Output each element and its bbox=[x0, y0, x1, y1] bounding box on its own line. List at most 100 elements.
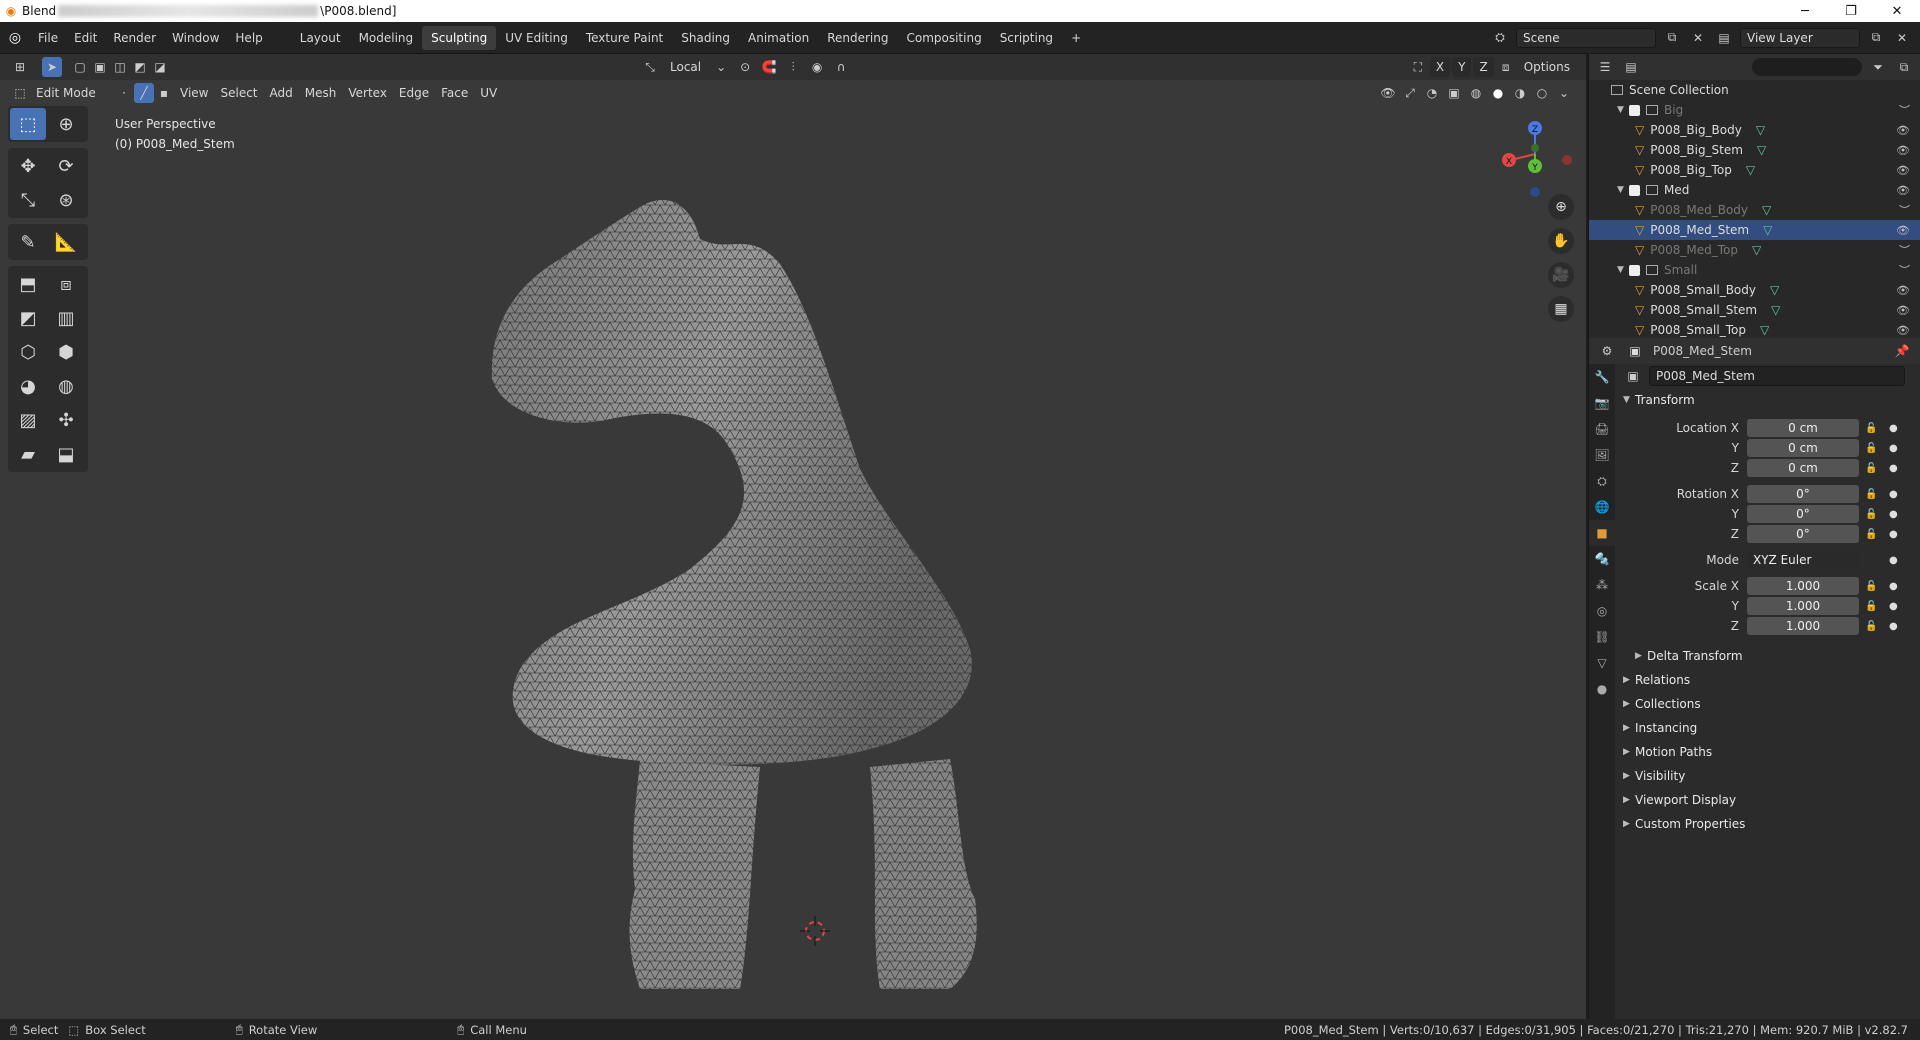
extrude-tool-icon[interactable]: ⬒ bbox=[10, 268, 46, 300]
outliner-object-row[interactable]: ▽ P008_Big_Top ▽ 👁 bbox=[1589, 160, 1920, 180]
material-shading-icon[interactable]: ◑ bbox=[1510, 83, 1530, 103]
gizmo-neg-z-axis[interactable] bbox=[1530, 187, 1540, 197]
select-mode-invert-icon[interactable]: ◩ bbox=[130, 57, 150, 77]
inset-tool-icon[interactable]: ⧈ bbox=[48, 268, 84, 300]
delta-transform-header[interactable]: ▶ Delta Transform bbox=[1617, 644, 1919, 668]
keyframe-dot-icon[interactable]: ● bbox=[1889, 555, 1898, 566]
panel-header-relations[interactable]: ▶ Relations bbox=[1617, 668, 1919, 692]
select-mode-extend-icon[interactable]: ▣ bbox=[90, 57, 110, 77]
menu-face[interactable]: Face bbox=[435, 83, 474, 103]
delete-scene-icon[interactable]: ✕ bbox=[1688, 28, 1708, 48]
scale-z-field[interactable]: 1.000 bbox=[1747, 617, 1859, 635]
hidden-eye-icon[interactable]: ︶ bbox=[1899, 262, 1910, 278]
auto-merge-icon[interactable]: ⧈ bbox=[1496, 57, 1516, 77]
mesh-data-icon[interactable]: ▽ bbox=[1763, 223, 1772, 237]
tab-rendering[interactable]: Rendering bbox=[818, 26, 897, 50]
shading-options-icon[interactable]: ⌄ bbox=[1554, 83, 1574, 103]
pan-hand-icon[interactable]: ✋ bbox=[1548, 228, 1574, 254]
outliner-object-row[interactable]: ▽ P008_Small_Top ▽ 👁 bbox=[1589, 320, 1920, 340]
menu-edge[interactable]: Edge bbox=[393, 83, 435, 103]
select-box-tool-icon[interactable]: ⬚ bbox=[10, 108, 46, 140]
annotate-tool-icon[interactable]: ✎ bbox=[10, 226, 46, 258]
panel-header-visibility[interactable]: ▶ Visibility bbox=[1617, 764, 1919, 788]
outliner-collection-row[interactable]: ▼ Med 👁 bbox=[1589, 180, 1920, 200]
pin-icon[interactable]: 📌 bbox=[1892, 341, 1912, 361]
rip-tool-icon[interactable]: ⬓ bbox=[48, 438, 84, 470]
shear-tool-icon[interactable]: ▰ bbox=[10, 438, 46, 470]
menu-edit[interactable]: Edit bbox=[66, 27, 105, 49]
outliner-editor-icon[interactable]: ☰ bbox=[1595, 57, 1615, 77]
lock-icon[interactable]: 🔓 bbox=[1865, 621, 1877, 632]
maximize-button[interactable]: ❐ bbox=[1828, 0, 1874, 22]
new-scene-icon[interactable]: ⧉ bbox=[1662, 28, 1682, 48]
vertex-select-icon[interactable]: ⋅ bbox=[114, 83, 134, 103]
expand-arrow-icon[interactable]: ▼ bbox=[1617, 105, 1629, 115]
outliner-collection-row[interactable]: ▼ Big ︶ bbox=[1589, 100, 1920, 120]
location-y-field[interactable]: 0 cm bbox=[1747, 439, 1859, 457]
menu-select[interactable]: Select bbox=[214, 83, 263, 103]
mesh-data-tab-icon[interactable]: ▽ bbox=[1589, 650, 1615, 676]
visibility-icon[interactable]: 👁 bbox=[1378, 83, 1398, 103]
tab-sculpting[interactable]: Sculpting bbox=[422, 25, 497, 50]
keyframe-dot-icon[interactable]: ● bbox=[1889, 601, 1898, 612]
select-mode-intersect-icon[interactable]: ◪ bbox=[150, 57, 170, 77]
outliner-object-row[interactable]: ▽ P008_Big_Stem ▽ 👁 bbox=[1589, 140, 1920, 160]
zoom-icon[interactable]: ⊕ bbox=[1548, 194, 1574, 220]
outliner-object-row[interactable]: ▽ P008_Small_Body ▽ 👁 bbox=[1589, 280, 1920, 300]
mirror-z-toggle[interactable]: Z bbox=[1473, 57, 1494, 77]
visibility-eye-icon[interactable]: 👁 bbox=[1896, 144, 1910, 157]
visibility-eye-icon[interactable]: 👁 bbox=[1896, 324, 1910, 337]
rendered-shading-icon[interactable]: ○ bbox=[1532, 83, 1552, 103]
expand-arrow-icon[interactable]: ▼ bbox=[1617, 185, 1629, 195]
transform-panel-header[interactable]: ▼ Transform bbox=[1617, 388, 1919, 412]
tab-shading[interactable]: Shading bbox=[672, 26, 739, 50]
lock-icon[interactable]: 🔓 bbox=[1865, 529, 1877, 540]
outliner-object-row[interactable]: ▽ P008_Med_Top ▽ ︶ bbox=[1589, 240, 1920, 260]
lock-icon[interactable]: 🔓 bbox=[1865, 463, 1877, 474]
loop-cut-tool-icon[interactable]: ▥ bbox=[48, 302, 84, 334]
outliner-object-row[interactable]: ▽ P008_Small_Stem ▽ 👁 bbox=[1589, 300, 1920, 320]
rotation-z-field[interactable]: 0° bbox=[1747, 525, 1859, 543]
menu-add[interactable]: Add bbox=[264, 83, 299, 103]
filter-icon[interactable]: ⏷ bbox=[1868, 57, 1888, 77]
smooth-tool-icon[interactable]: ◍ bbox=[48, 370, 84, 402]
mirror-icon[interactable]: ⛶ bbox=[1408, 57, 1428, 77]
transform-tool-icon[interactable]: ⊛ bbox=[48, 184, 84, 216]
view-layer-icon[interactable]: ▤ bbox=[1714, 28, 1734, 48]
tab-scripting[interactable]: Scripting bbox=[991, 26, 1062, 50]
scale-y-field[interactable]: 1.000 bbox=[1747, 597, 1859, 615]
menu-view[interactable]: View bbox=[174, 83, 214, 103]
exclude-checkbox[interactable] bbox=[1629, 104, 1640, 116]
keyframe-dot-icon[interactable]: ● bbox=[1889, 463, 1898, 474]
output-tab-icon[interactable]: 🖨 bbox=[1589, 416, 1615, 442]
rotate-tool-icon[interactable]: ⟳ bbox=[48, 150, 84, 182]
panel-header-motion-paths[interactable]: ▶ Motion Paths bbox=[1617, 740, 1919, 764]
mesh-object[interactable] bbox=[430, 169, 1110, 989]
gizmo-neg-x-axis[interactable] bbox=[1562, 155, 1572, 165]
keyframe-dot-icon[interactable]: ● bbox=[1889, 581, 1898, 592]
select-tool-icon[interactable]: ➤ bbox=[42, 57, 62, 77]
menu-mesh[interactable]: Mesh bbox=[299, 83, 343, 103]
poly-build-tool-icon[interactable]: ⬢ bbox=[48, 336, 84, 368]
tab-compositing[interactable]: Compositing bbox=[897, 26, 990, 50]
mesh-data-icon[interactable]: ▽ bbox=[1752, 243, 1761, 257]
keyframe-dot-icon[interactable]: ● bbox=[1889, 423, 1898, 434]
menu-file[interactable]: File bbox=[30, 27, 66, 49]
menu-window[interactable]: Window bbox=[164, 27, 227, 49]
keyframe-dot-icon[interactable]: ● bbox=[1889, 443, 1898, 454]
options-dropdown[interactable]: Options bbox=[1518, 57, 1576, 77]
tab-animation[interactable]: Animation bbox=[739, 26, 818, 50]
scale-tool-icon[interactable]: ⤡ bbox=[10, 184, 46, 216]
object-type-icon[interactable]: ▣ bbox=[1623, 366, 1643, 386]
lock-icon[interactable]: 🔓 bbox=[1865, 423, 1877, 434]
cursor-tool-icon[interactable]: ⊕ bbox=[48, 108, 84, 140]
select-mode-new-icon[interactable]: ▢ bbox=[70, 57, 90, 77]
mesh-data-icon[interactable]: ▽ bbox=[1756, 123, 1765, 137]
mirror-x-toggle[interactable]: X bbox=[1429, 57, 1451, 77]
keyframe-dot-icon[interactable]: ● bbox=[1889, 621, 1898, 632]
mode-dropdown[interactable]: Edit Mode bbox=[30, 83, 114, 103]
measure-tool-icon[interactable]: 📐 bbox=[48, 226, 84, 258]
lock-icon[interactable]: 🔓 bbox=[1865, 489, 1877, 500]
menu-uv[interactable]: UV bbox=[474, 83, 503, 103]
add-workspace-button[interactable]: + bbox=[1062, 26, 1090, 50]
